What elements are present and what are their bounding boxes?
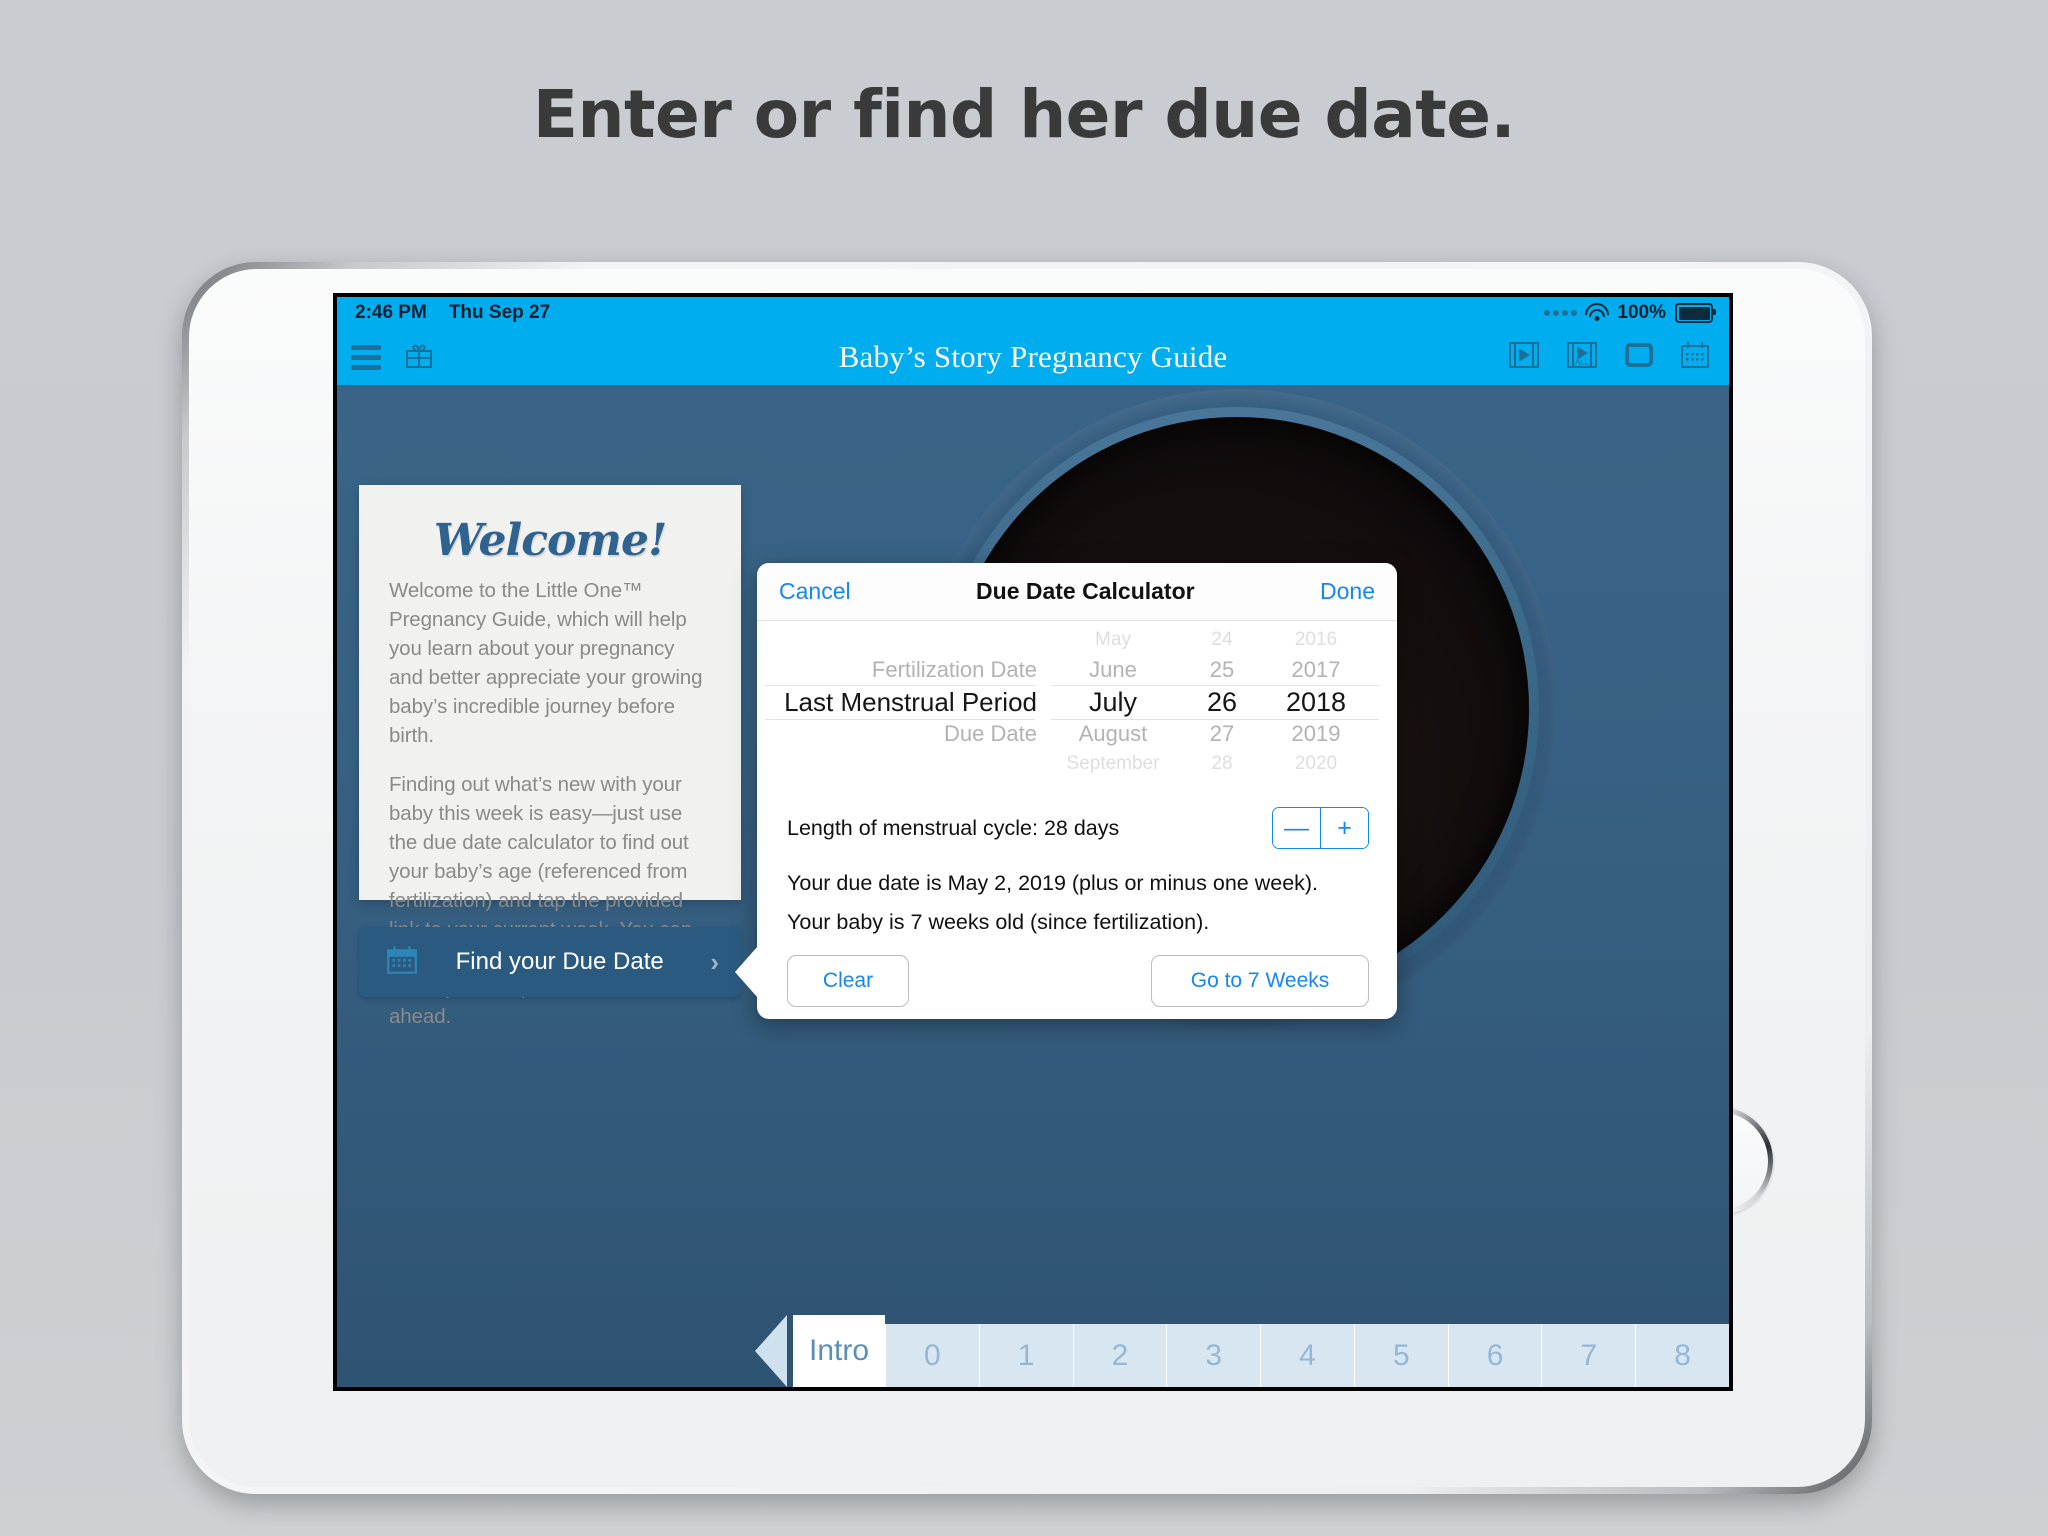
find-due-date-label: Find your Due Date <box>455 948 664 975</box>
ipad-bezel: 2:46 PM Thu Sep 27 100% Baby’s Story Pre… <box>189 269 1865 1487</box>
picker-row[interactable]: 2019 <box>1261 719 1371 749</box>
ipad-screen: 2:46 PM Thu Sep 27 100% Baby’s Story Pre… <box>333 293 1733 1391</box>
status-right-cluster: 100% <box>1544 302 1716 324</box>
app-screen: 2:46 PM Thu Sep 27 100% Baby’s Story Pre… <box>337 297 1729 1387</box>
picker-row[interactable]: June <box>1043 655 1183 685</box>
tab-week-1[interactable]: 1 <box>978 1324 1073 1387</box>
picker-row[interactable]: Due Date <box>757 719 1043 749</box>
tab-week-3[interactable]: 3 <box>1166 1324 1261 1387</box>
modal-title: Due Date Calculator <box>976 578 1195 604</box>
picker-row[interactable]: 2020 <box>1261 749 1371 779</box>
frame-icon[interactable] <box>1623 340 1655 375</box>
due-date-calculator-modal: Cancel Due Date Calculator Done Fertiliz… <box>735 563 1397 1019</box>
date-picker[interactable]: Fertilization Date Last Menstrual Period… <box>757 625 1397 775</box>
clear-button[interactable]: Clear <box>787 955 909 1007</box>
chevron-right-icon: › <box>710 946 719 977</box>
tab-week-8[interactable]: 8 <box>1635 1324 1729 1387</box>
film-play-all-icon[interactable]: ALL <box>1565 340 1599 375</box>
due-date-result: Your due date is May 2, 2019 (plus or mi… <box>787 871 1319 895</box>
picker-column-month[interactable]: May June July August September <box>1043 625 1183 775</box>
picker-row[interactable]: 25 <box>1183 655 1261 685</box>
battery-icon <box>1675 303 1716 323</box>
done-button[interactable]: Done <box>1320 578 1375 605</box>
tab-week-0[interactable]: 0 <box>885 1324 979 1387</box>
signal-dots-icon <box>1544 310 1578 316</box>
baby-age-result: Your baby is 7 weeks old (since fertiliz… <box>787 910 1210 934</box>
picker-column-year[interactable]: 2016 2017 2018 2019 2020 <box>1261 625 1371 775</box>
status-time: 2:46 PM <box>355 302 427 323</box>
picker-column-type[interactable]: Fertilization Date Last Menstrual Period… <box>757 625 1043 775</box>
calculation-results: Your due date is May 2, 2019 (plus or mi… <box>787 871 1318 949</box>
cycle-length-row: Length of menstrual cycle: 28 days — + <box>787 807 1369 849</box>
picker-row-selected[interactable]: July <box>1043 685 1183 719</box>
nav-right-group: ALL <box>1507 340 1715 375</box>
page-headline: Enter or find her due date. <box>532 76 1516 153</box>
tab-week-7[interactable]: 7 <box>1541 1324 1636 1387</box>
cycle-length-label: Length of menstrual cycle: 28 days <box>787 815 1120 840</box>
picker-row[interactable]: Fertilization Date <box>757 655 1043 685</box>
battery-percent: 100% <box>1617 302 1666 323</box>
tab-week-6[interactable]: 6 <box>1447 1324 1542 1387</box>
calendar-icon[interactable] <box>1679 340 1711 375</box>
picker-row[interactable]: 28 <box>1183 749 1261 779</box>
gift-icon[interactable] <box>403 339 435 376</box>
picker-separator-top <box>1051 685 1379 686</box>
nav-left-group <box>351 339 435 376</box>
tab-week-5[interactable]: 5 <box>1353 1324 1448 1387</box>
picker-row[interactable]: 24 <box>1183 625 1261 655</box>
wifi-icon <box>1585 303 1610 321</box>
tab-intro[interactable]: Intro <box>793 1315 885 1387</box>
picker-row-selected[interactable]: 26 <box>1183 685 1261 719</box>
picker-row[interactable]: 27 <box>1183 719 1261 749</box>
picker-row[interactable]: 2017 <box>1261 655 1371 685</box>
modal-header: Cancel Due Date Calculator Done <box>757 563 1397 621</box>
picker-separator-bottom <box>765 719 1035 720</box>
modal-pointer-tail <box>735 946 758 998</box>
picker-row <box>757 749 1043 779</box>
picker-row-selected[interactable]: Last Menstrual Period <box>757 685 1043 719</box>
tab-back-arrow-icon[interactable] <box>755 1315 793 1387</box>
picker-row[interactable]: 2016 <box>1261 625 1371 655</box>
ipad-device: 2:46 PM Thu Sep 27 100% Baby’s Story Pre… <box>182 262 1872 1494</box>
film-play-icon[interactable] <box>1507 340 1541 375</box>
screenshot-stage: Enter or find her due date. 2:46 PM Thu … <box>0 0 2048 1536</box>
find-due-date-button[interactable]: Find your Due Date › <box>359 927 741 997</box>
welcome-paragraph-1: Welcome to the Little One™ Pregnancy Gui… <box>389 579 703 747</box>
picker-column-day[interactable]: 24 25 26 27 28 <box>1183 625 1261 775</box>
picker-separator-top <box>765 685 1035 686</box>
picker-separator-bottom <box>1051 719 1379 720</box>
cancel-button[interactable]: Cancel <box>779 578 851 605</box>
status-date: Thu Sep 27 <box>448 302 551 323</box>
status-bar: 2:46 PM Thu Sep 27 100% <box>337 297 1729 329</box>
menu-icon[interactable] <box>351 344 381 370</box>
cycle-decrement-button[interactable]: — <box>1273 808 1320 848</box>
picker-row[interactable]: August <box>1043 719 1183 749</box>
picker-row-selected[interactable]: 2018 <box>1261 685 1371 719</box>
welcome-card: Welcome! Welcome to the Little One™ Preg… <box>359 485 741 1028</box>
picker-row[interactable]: September <box>1043 749 1183 779</box>
go-to-week-button[interactable]: Go to 7 Weeks <box>1151 955 1369 1007</box>
app-nav-bar: Baby’s Story Pregnancy Guide ALL <box>337 329 1729 385</box>
welcome-title: Welcome! <box>433 515 668 566</box>
picker-row <box>757 625 1043 655</box>
tab-week-2[interactable]: 2 <box>1072 1324 1167 1387</box>
tab-week-4[interactable]: 4 <box>1260 1324 1354 1387</box>
picker-row[interactable]: May <box>1043 625 1183 655</box>
cycle-increment-button[interactable]: + <box>1321 808 1368 848</box>
cycle-length-stepper[interactable]: — + <box>1272 807 1369 849</box>
week-tab-strip: Intro 0 1 2 3 4 5 6 7 8 <box>337 1315 1729 1387</box>
svg-text:ALL: ALL <box>1575 358 1590 367</box>
